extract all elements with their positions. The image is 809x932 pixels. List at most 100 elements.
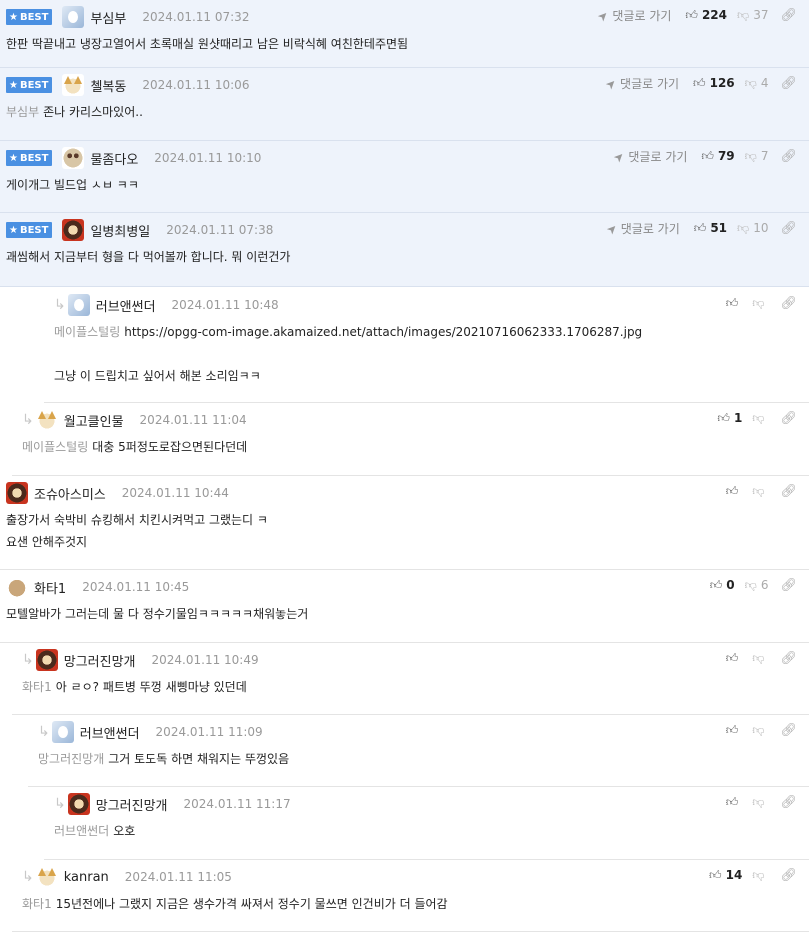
thumbs-up-icon: 👍︎ <box>725 794 739 809</box>
send-arrow-icon: ➤ <box>603 219 621 238</box>
dog-avatar-icon[interactable] <box>62 74 85 96</box>
comment-author[interactable]: kanran <box>64 870 109 885</box>
comment-author[interactable]: 망그러진망개 <box>64 651 136 670</box>
dislike-button[interactable]: 👎︎ <box>752 296 768 311</box>
like-button[interactable]: 👍︎ <box>726 723 743 738</box>
lion-avatar-icon[interactable] <box>35 649 58 671</box>
link-icon[interactable]: 🔗︎ <box>780 8 797 23</box>
link-icon[interactable]: 🔗︎ <box>780 296 797 311</box>
like-button[interactable]: 👍︎ <box>726 484 743 499</box>
comment-body: 게이개그 빌드업 ㅅㅂ ㅋㅋ <box>6 174 139 196</box>
mention-label[interactable]: 망그러진망개 <box>38 752 104 766</box>
thumbs-down-icon: 👎︎ <box>752 722 765 737</box>
comment-actions: 👍︎ 0 👎︎ 6 🔗︎ <box>710 576 797 594</box>
link-icon[interactable]: 🔗︎ <box>780 651 797 666</box>
dislike-count: 4 <box>760 76 769 90</box>
link-icon[interactable]: 🔗︎ <box>780 76 797 91</box>
dislike-button[interactable]: 👎︎ <box>752 411 768 426</box>
mention-label[interactable]: 부심부 <box>6 105 39 119</box>
like-button[interactable]: 👍︎ 51 <box>694 221 727 236</box>
dislike-button[interactable]: 👎︎ 6 <box>745 578 769 593</box>
dislike-button[interactable]: 👎︎ <box>752 484 768 499</box>
comment-author[interactable]: 러브앤썬더 <box>80 723 140 742</box>
comment-body: 부심부 존나 카리스마있어.. <box>6 101 143 123</box>
like-button[interactable]: 👍︎ 1 <box>717 411 742 426</box>
dislike-button[interactable]: 👎︎ <box>752 795 768 810</box>
blue-avatar-icon[interactable] <box>67 294 90 316</box>
comment-author[interactable]: 조슈아스미스 <box>34 484 106 503</box>
best-label: BEST <box>19 79 49 91</box>
mention-label[interactable]: 메이플스털링 <box>22 440 88 454</box>
lion-avatar-icon[interactable] <box>67 793 90 815</box>
comment-line: 한판 딱끝내고 냉장고열어서 초록매실 원샷때리고 남은 비락식혜 여친한테주면… <box>6 33 408 55</box>
link-icon[interactable]: 🔗︎ <box>780 723 797 738</box>
link-icon[interactable]: 🔗︎ <box>780 411 797 426</box>
comment-body: 화타1 15년전에나 그랬지 지금은 생수가격 싸져서 정수기 물쓰면 인건비가 … <box>22 893 448 915</box>
link-icon[interactable]: 🔗︎ <box>780 795 797 810</box>
like-button[interactable]: 👍︎ <box>726 296 743 311</box>
dislike-button[interactable]: 👎︎ 37 <box>737 8 768 23</box>
goto-comment-link[interactable]: ➤댓글로 가기 <box>603 220 680 237</box>
link-icon[interactable]: 🔗︎ <box>780 868 797 883</box>
thumbs-up-icon: 👍︎ <box>685 7 698 22</box>
dislike-button[interactable]: 👎︎ <box>752 868 768 883</box>
comment-actions: 👍︎ 👎︎ 🔗︎ <box>726 649 797 667</box>
dog-avatar-icon[interactable] <box>35 409 58 431</box>
dislike-button[interactable]: 👎︎ 7 <box>745 149 769 164</box>
like-button[interactable]: 👍︎ <box>726 795 743 810</box>
comment-item: ↳ 망그러진망개 2024.01.11 10:49 👍︎ 👎︎ 🔗︎ 화타1 아 ㄹㅇ? 패트… <box>12 643 809 715</box>
thumbs-down-icon: 👎︎ <box>737 7 750 22</box>
comment-text: 게이개그 빌드업 ㅅㅂ ㅋㅋ <box>6 178 139 192</box>
goto-comment-link[interactable]: ➤댓글로 가기 <box>602 75 679 92</box>
comment-author[interactable]: 첼복동 <box>90 76 126 95</box>
comment-text: 모텔알바가 그러는데 물 다 정수기물임ㅋㅋㅋㅋㅋ채워놓는거 <box>6 607 309 621</box>
comment-text: 대충 5퍼정도로잡으면된다던데 <box>92 440 248 454</box>
owl-avatar-icon[interactable] <box>62 147 85 169</box>
like-count: 51 <box>710 221 728 235</box>
comment-author[interactable]: 물좀다오 <box>90 149 138 168</box>
goto-label: 댓글로 가기 <box>612 8 672 23</box>
lion-avatar-icon[interactable] <box>62 219 85 241</box>
link-icon[interactable]: 🔗︎ <box>780 578 797 593</box>
comment-author[interactable]: 화타1 <box>34 578 66 597</box>
comment-actions: ➤댓글로 가기 👍︎ 224 👎︎ 37 🔗︎ <box>595 6 797 24</box>
dislike-button[interactable]: 👎︎ <box>752 723 768 738</box>
comment-author[interactable]: 월고클인물 <box>64 411 124 430</box>
like-count: 1 <box>733 411 743 425</box>
dislike-button[interactable]: 👎︎ <box>752 651 768 666</box>
dislike-button[interactable]: 👎︎ 4 <box>745 76 769 91</box>
like-button[interactable]: 👍︎ 79 <box>701 149 734 164</box>
link-icon[interactable]: 🔗︎ <box>780 484 797 499</box>
link-icon[interactable]: 🔗︎ <box>780 221 797 236</box>
like-button[interactable]: 👍︎ 14 <box>709 868 742 883</box>
mention-label[interactable]: 화타1 <box>22 680 52 694</box>
goto-comment-link[interactable]: ➤댓글로 가기 <box>595 7 672 24</box>
comment-actions: ➤댓글로 가기 👍︎ 51 👎︎ 10 🔗︎ <box>603 219 797 237</box>
comment-header: ↳ 망그러진망개 2024.01.11 11:17 <box>54 793 291 815</box>
like-count: 79 <box>717 149 735 163</box>
lion-avatar-icon[interactable] <box>6 482 28 504</box>
like-button[interactable]: 👍︎ <box>726 651 743 666</box>
comment-author[interactable]: 부심부 <box>90 8 126 27</box>
blue-avatar-icon[interactable] <box>51 721 74 743</box>
blue-avatar-icon[interactable] <box>62 6 85 28</box>
ball-avatar-icon[interactable] <box>6 576 28 598</box>
comment-time: 2024.01.11 07:38 <box>166 223 274 237</box>
link-icon[interactable]: 🔗︎ <box>780 149 797 164</box>
dog-avatar-icon[interactable] <box>35 866 58 888</box>
comment-author[interactable]: 일병최병일 <box>90 221 150 240</box>
comment-text: 존나 카리스마있어.. <box>43 105 143 119</box>
mention-label[interactable]: 메이플스털링 <box>54 325 120 339</box>
like-button[interactable]: 👍︎ 0 <box>710 578 735 593</box>
comment-item: ↳ 월고클인물 2024.01.11 11:04 👍︎ 1 👎︎ 🔗︎ 메이플스털링 대충 5퍼… <box>12 403 809 476</box>
mention-label[interactable]: 러브앤썬더 <box>54 824 109 838</box>
mention-label[interactable]: 화타1 <box>22 897 52 911</box>
goto-comment-link[interactable]: ➤댓글로 가기 <box>611 148 688 165</box>
comment-author[interactable]: 러브앤썬더 <box>96 296 156 315</box>
like-button[interactable]: 👍︎ 126 <box>693 76 735 91</box>
thumbs-up-icon: 👍︎ <box>709 577 723 592</box>
star-icon: ★ <box>9 11 18 23</box>
like-button[interactable]: 👍︎ 224 <box>685 8 727 23</box>
comment-author[interactable]: 망그러진망개 <box>96 795 168 814</box>
dislike-button[interactable]: 👎︎ 10 <box>737 221 768 236</box>
